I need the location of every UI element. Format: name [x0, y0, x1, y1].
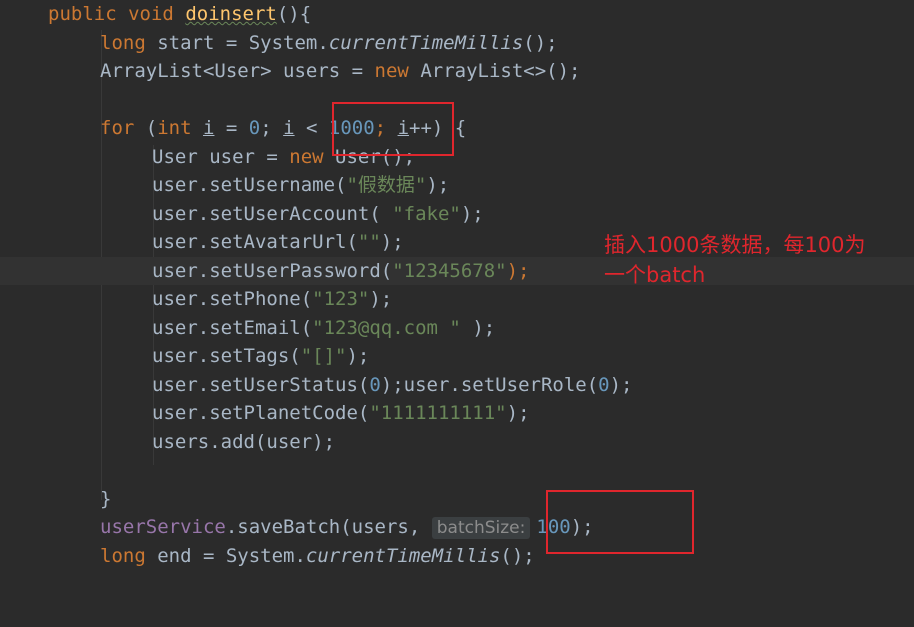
- code-line-1[interactable]: public void doinsert(){: [0, 0, 914, 29]
- annotation-line-1: 插入1000条数据，每100为: [604, 233, 866, 257]
- code-line-14[interactable]: user.setUserStatus(0);user.setUserRole(0…: [0, 371, 914, 400]
- highlight-box-loop-count: [332, 102, 454, 156]
- parameter-hint: batchSize:: [431, 517, 531, 539]
- code-line-2[interactable]: long start = System.currentTimeMillis();: [0, 29, 914, 58]
- code-line-5[interactable]: for (int i = 0; i < 1000; i++) {: [0, 114, 914, 143]
- code-line-6[interactable]: User user = new User();: [0, 143, 914, 172]
- code-line-7[interactable]: user.setUsername("假数据");: [0, 171, 914, 200]
- code-line-16[interactable]: users.add(user);: [0, 428, 914, 457]
- annotation-line-2: 一个batch: [604, 263, 706, 287]
- code-line-18[interactable]: }: [0, 485, 914, 514]
- code-line-20[interactable]: long end = System.currentTimeMillis();: [0, 542, 914, 571]
- code-line-8[interactable]: user.setUserAccount( "fake");: [0, 200, 914, 229]
- code-line-13[interactable]: user.setTags("[]");: [0, 342, 914, 371]
- code-line-15[interactable]: user.setPlanetCode("1111111111");: [0, 399, 914, 428]
- code-line-3[interactable]: ArrayList<User> users = new ArrayList<>(…: [0, 57, 914, 86]
- method-name[interactable]: doinsert: [185, 3, 277, 25]
- highlight-box-batch-size: [546, 490, 694, 554]
- annotation-note: 插入1000条数据，每100为 一个batch: [604, 230, 904, 290]
- code-line-12[interactable]: user.setEmail("123@qq.com " );: [0, 314, 914, 343]
- code-line-19[interactable]: userService.saveBatch(users, batchSize: 1…: [0, 513, 914, 542]
